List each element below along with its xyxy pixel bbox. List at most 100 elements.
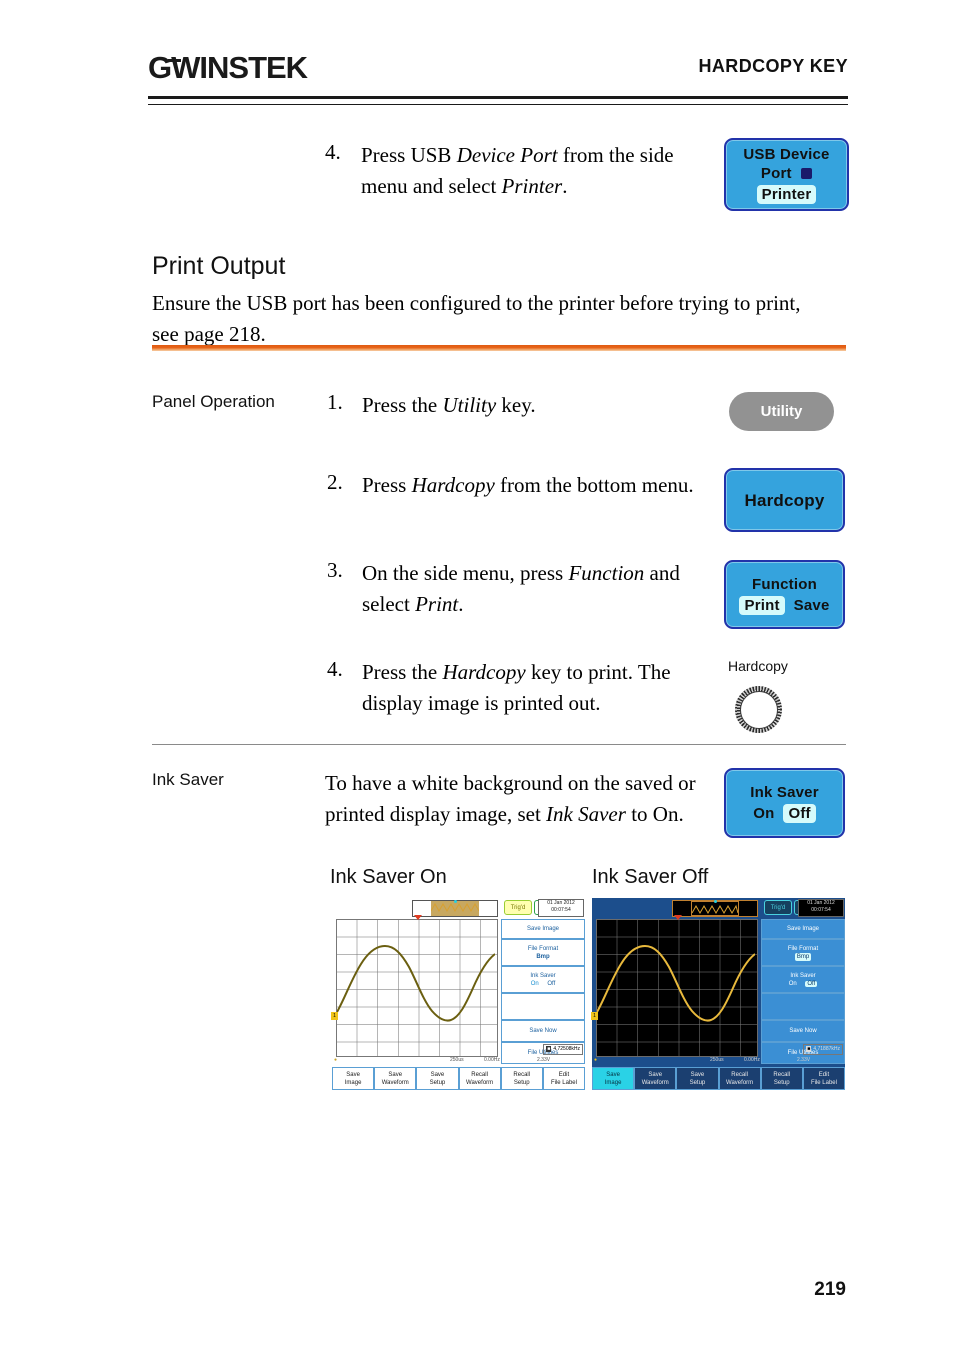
scope-frequency-readout-dark: ■ 4.71887kHz	[803, 1044, 843, 1055]
scope-side-item-ink-saver-dark[interactable]: Ink Saver On Off	[761, 966, 845, 993]
scope-side-item-blank-light[interactable]	[501, 993, 585, 1020]
scope-side-item-file-format-dark[interactable]: File Format Bmp	[761, 939, 845, 966]
usb-key-line2-row: Port	[761, 164, 813, 183]
scope-bottom-item-line2: Waveform	[466, 1079, 494, 1086]
scope-status-bar-light: ● 250us 0.00Hz 2.33V	[332, 1057, 585, 1066]
scope-ink-saver-on-dark[interactable]: On	[789, 981, 797, 987]
step-4-number: 4.	[327, 657, 343, 681]
scope-frequency-readout-light: ■ 4.72508kHz	[543, 1044, 583, 1055]
section-heading: Print Output	[152, 252, 286, 280]
hardcopy-knob-label: Hardcopy	[728, 658, 788, 674]
ink-saver-key-title: Ink Saver	[750, 784, 819, 801]
function-key-title: Function	[752, 575, 817, 593]
hardcopy-knob-icon[interactable]	[735, 686, 782, 733]
scope-bottom-item-save-waveform-light[interactable]: Save Waveform	[374, 1067, 417, 1090]
hardcopy-key-label: Hardcopy	[744, 490, 825, 510]
scope-clock-dark: 01 Jan 2012 00:07:54	[798, 899, 844, 917]
scope-bottom-item-line2: Waveform	[641, 1079, 669, 1086]
scope-trig-level-light: 2.33V	[537, 1057, 551, 1063]
usb-key-value[interactable]: Printer	[756, 185, 817, 204]
scope-side-item-save-image-dark[interactable]: Save Image	[761, 919, 845, 939]
scope-ink-saver-on-light[interactable]: On	[531, 981, 539, 987]
scope-trigger-marker-light	[414, 915, 422, 920]
function-option-print[interactable]: Print	[739, 595, 785, 615]
scope-bottom-item-edit-file-label-light[interactable]: Edit File Label	[542, 1067, 586, 1090]
step-3-text-d: Print	[415, 592, 459, 616]
scope-bottom-item-line2: Setup	[513, 1079, 530, 1086]
utility-key[interactable]: Utility	[729, 392, 834, 431]
scope-bottom-item-line2: Image	[344, 1079, 362, 1086]
step-1-number: 1.	[327, 390, 343, 414]
scope-bottom-item-line1: Recall	[773, 1071, 791, 1078]
step-3-text-a: On the side menu, press	[362, 561, 569, 585]
usb-device-port-key[interactable]: USB Device Port Printer	[724, 138, 849, 211]
scope-trig-level-dark: 2.33V	[797, 1057, 811, 1063]
step-2-number: 2.	[327, 470, 343, 494]
step-top-text-e: .	[562, 174, 568, 198]
scope-bottom-item-recall-setup-light[interactable]: Recall Setup	[500, 1067, 543, 1090]
scope-side-item-value: Bmp	[536, 953, 550, 960]
scope-bottom-item-save-waveform-dark[interactable]: Save Waveform	[634, 1067, 677, 1090]
scope-waveform-dark	[596, 944, 756, 1022]
section-body: Ensure the USB port has been configured …	[152, 291, 801, 346]
scope-status-bar-dark: ● 250us 0.00Hz 2.33V	[592, 1057, 845, 1066]
ink-saver-option-off[interactable]: Off	[783, 804, 816, 823]
scope-bottom-item-recall-waveform-light[interactable]: Recall Waveform	[458, 1067, 501, 1090]
function-key[interactable]: Function Print Save	[724, 560, 845, 629]
step-2-text-b: Hardcopy	[411, 473, 495, 497]
scope-trigger-marker-dark	[674, 915, 682, 920]
hardcopy-key[interactable]: Hardcopy	[724, 468, 845, 532]
scope-bottom-item-save-setup-dark[interactable]: Save Setup	[676, 1067, 719, 1090]
scope-clock-time-light: 00:07:54	[551, 907, 571, 913]
function-option-save[interactable]: Save	[794, 596, 830, 615]
ink-saver-option-on[interactable]: On	[753, 804, 774, 823]
scope-bottom-item-recall-waveform-dark[interactable]: Recall Waveform	[718, 1067, 761, 1090]
scope-bottom-item-save-image-dark[interactable]: Save Image	[592, 1067, 635, 1090]
scope-side-item-label: Save Now	[789, 1028, 817, 1034]
scope-bottom-item-line1: Save	[430, 1071, 445, 1078]
scope-channel-marker-light[interactable]: 1	[331, 1012, 338, 1020]
scope-sample-light: 0.00Hz	[484, 1057, 500, 1063]
scope-bottom-item-line2: Setup	[773, 1079, 790, 1086]
scope-side-item-ink-saver-light[interactable]: Ink Saver On Off	[501, 966, 585, 993]
step-top-text-a: Press USB	[361, 143, 457, 167]
header-divider	[148, 96, 848, 105]
scope-clock-date-dark: 01 Jan 2012	[807, 900, 835, 906]
ink-saver-text-c: to On.	[625, 802, 684, 826]
logo-gw: GW	[148, 50, 200, 86]
scope-bottom-item-line1: Recall	[731, 1071, 748, 1078]
scope-waveform-light	[336, 944, 496, 1022]
scope-bottom-item-line1: Recall	[471, 1071, 488, 1078]
scope-side-item-save-image-light[interactable]: Save Image	[501, 919, 585, 939]
scope-bottom-item-save-image-light[interactable]: Save Image	[332, 1067, 375, 1090]
ink-saver-key-options: On Off	[753, 804, 816, 823]
scope-side-item-label: Save Image	[526, 926, 560, 932]
panel-operation-label: Panel Operation	[152, 392, 275, 411]
step-top-text-d: Printer	[501, 174, 563, 198]
step-top-text-b: Device Port	[456, 143, 558, 167]
ink-saver-key[interactable]: Ink Saver On Off	[724, 768, 845, 838]
scope-side-item-save-now-dark[interactable]: Save Now	[761, 1020, 845, 1042]
scope-minimap-window-light	[430, 901, 480, 916]
scope-bottom-item-save-setup-light[interactable]: Save Setup	[416, 1067, 459, 1090]
scope-minimap-light	[412, 900, 498, 917]
scope-bottom-item-line2: Image	[604, 1079, 622, 1086]
scope-timebase-light: 250us	[450, 1057, 464, 1063]
scope-side-item-save-now-light[interactable]: Save Now	[501, 1020, 585, 1042]
step-3-text-e: .	[458, 592, 464, 616]
caption-ink-saver-off: Ink Saver Off	[592, 866, 709, 888]
scope-ink-saver-off-dark[interactable]: Off	[805, 980, 818, 987]
scope-ink-saver-off-light[interactable]: Off	[547, 981, 555, 987]
hardcopy-knob-group[interactable]: Hardcopy	[728, 658, 788, 733]
scope-bottom-item-recall-setup-dark[interactable]: Recall Setup	[760, 1067, 803, 1090]
scope-side-item-file-format-light[interactable]: File Format Bmp	[501, 939, 585, 966]
section-accent-rule	[152, 345, 846, 351]
ink-saver-label: Ink Saver	[152, 770, 224, 789]
gwinstek-logo: GW INSTEK	[148, 50, 308, 86]
scope-bottom-item-edit-file-label-dark[interactable]: Edit File Label	[802, 1067, 846, 1090]
scope-bottom-item-line2: Setup	[429, 1079, 446, 1086]
scope-side-item-blank-dark[interactable]	[761, 993, 845, 1020]
scope-sample-dark: 0.00Hz	[744, 1057, 760, 1063]
scope-channel-marker-dark[interactable]: 1	[591, 1012, 598, 1020]
minimap-wave-icon	[691, 904, 739, 915]
